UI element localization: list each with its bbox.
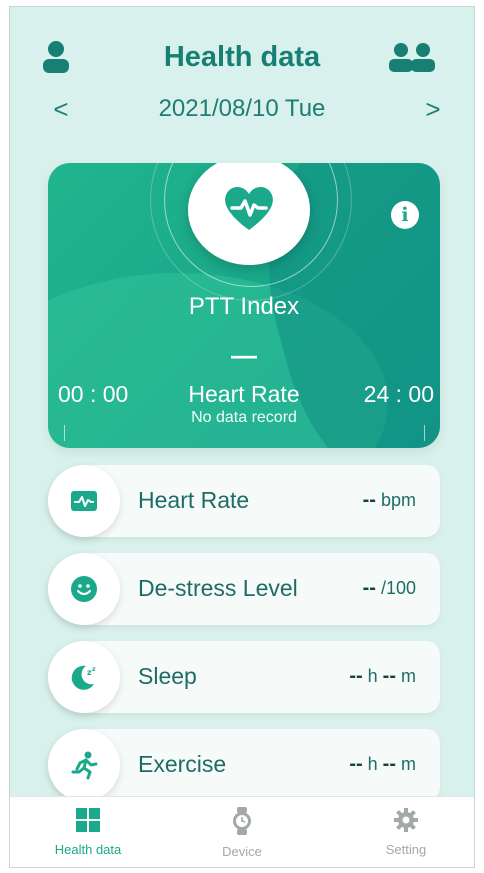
current-date[interactable]: 2021/08/10 Tue [10,95,474,123]
grid-icon [75,808,101,837]
heart-rate-icon [48,465,120,537]
next-date-button[interactable]: > [418,95,448,123]
users-icon[interactable] [386,37,438,77]
axis-tick [424,425,425,441]
metric-row-heart-rate[interactable]: Heart Rate -- bpm [48,465,440,537]
smile-icon [48,553,120,625]
tab-label: Device [222,844,262,859]
metric-label: Heart Rate [138,487,250,513]
tab-setting[interactable]: Setting [346,807,466,857]
tab-label: Health data [54,842,122,857]
header: Health data < 2021/08/10 Tue > [10,7,474,147]
metric-row-exercise[interactable]: Exercise -- h -- m [48,729,440,801]
tab-label: Setting [385,842,427,857]
app-screen: Health data < 2021/08/10 Tue > i PTT Ind… [9,6,475,868]
bottom-tab-bar: Health data Device Setting [10,796,474,867]
end-time: 24 : 00 [363,381,434,407]
ptt-index-title: PTT Index [188,293,300,320]
heart-pulse-icon [222,183,276,238]
metric-row-sleep[interactable]: zz Sleep -- h -- m [48,641,440,713]
date-selector: < 2021/08/10 Tue > [10,95,474,125]
gear-icon [393,808,419,837]
metric-label: Exercise [138,751,227,777]
metric-value: -- h -- m [349,753,416,775]
metric-value: -- /100 [362,577,416,599]
metric-row-destress[interactable]: De-stress Level -- /100 [48,553,440,625]
watch-icon [231,807,253,839]
ptt-index-card[interactable]: i PTT Index — 00 : 00 Heart Rate 24 : 00… [48,163,440,448]
tab-device[interactable]: Device [182,807,302,859]
svg-text:z: z [92,666,96,673]
ptt-index-value: — [231,340,257,370]
info-icon[interactable]: i [391,201,419,229]
metric-value: -- bpm [362,489,416,511]
no-data-text: No data record [191,409,297,426]
tab-health-data[interactable]: Health data [28,807,148,857]
running-icon [48,729,120,801]
metric-label: De-stress Level [138,575,298,601]
axis-tick [64,425,65,441]
metric-value: -- h -- m [349,665,416,687]
moon-icon: zz [48,641,120,713]
metric-label: Sleep [138,663,197,689]
